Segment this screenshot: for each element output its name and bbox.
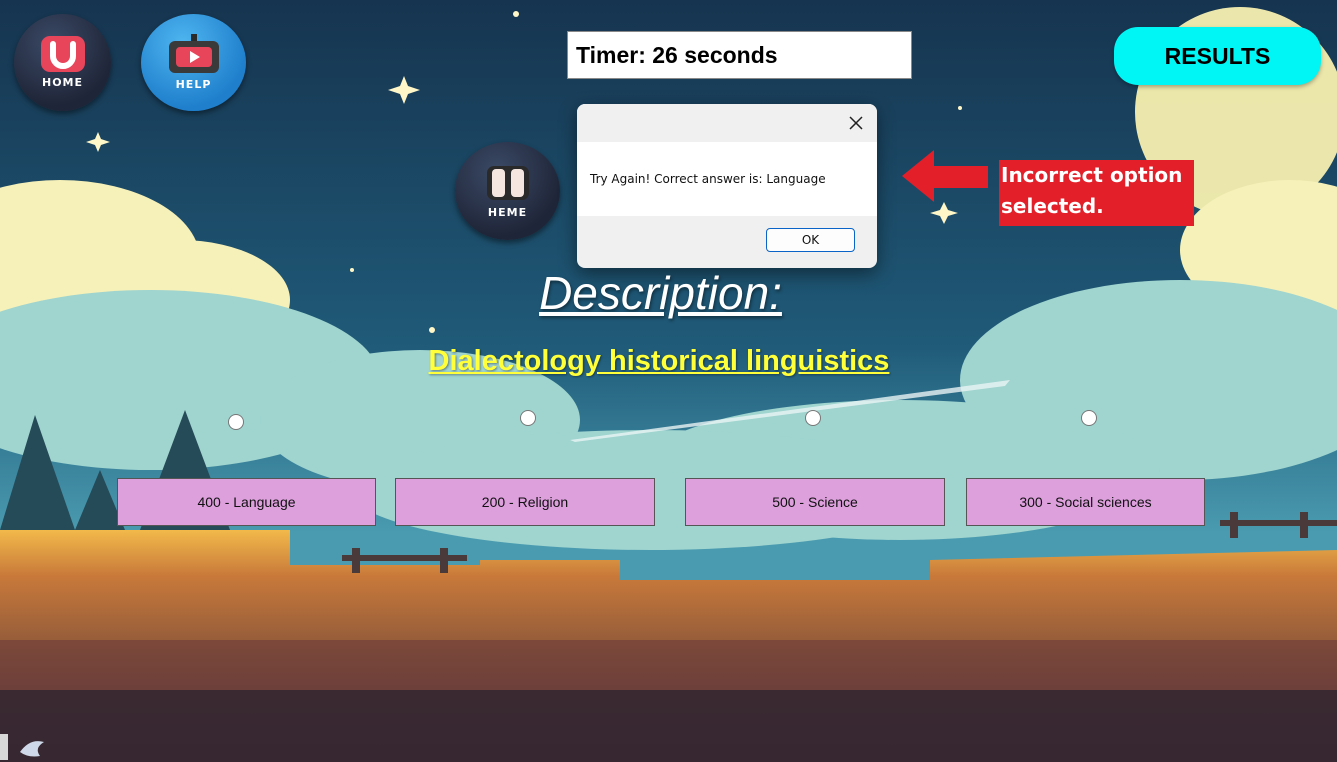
theme-label: HEME bbox=[487, 205, 528, 219]
ok-button[interactable]: OK bbox=[766, 228, 855, 252]
results-button[interactable]: RESULTS bbox=[1114, 27, 1321, 85]
incorrect-option-callout: Incorrect option selected. bbox=[999, 160, 1194, 226]
close-icon[interactable] bbox=[845, 112, 867, 134]
option-button-4[interactable]: 300 - Social sciences bbox=[966, 478, 1205, 526]
dialog-message: Try Again! Correct answer is: Language bbox=[590, 172, 826, 186]
question-text: Dialectology historical linguistics bbox=[428, 345, 890, 377]
option-radio-4[interactable] bbox=[1081, 410, 1097, 426]
option-button-3[interactable]: 500 - Science bbox=[685, 478, 945, 526]
home-label: HOME bbox=[41, 76, 84, 89]
timer-display: Timer: 26 seconds bbox=[567, 31, 912, 79]
theme-button[interactable]: HEME bbox=[455, 142, 560, 240]
home-button[interactable]: HOME bbox=[14, 14, 111, 111]
message-dialog: Try Again! Correct answer is: Language O… bbox=[577, 104, 877, 268]
option-radio-1[interactable] bbox=[228, 414, 244, 430]
description-heading: Description: bbox=[539, 267, 782, 319]
theme-pause-icon bbox=[486, 165, 529, 200]
dialog-titlebar bbox=[577, 104, 877, 142]
help-label: HELP bbox=[175, 78, 212, 91]
option-button-2[interactable]: 200 - Religion bbox=[395, 478, 655, 526]
home-logo-icon bbox=[40, 36, 85, 72]
option-radio-2[interactable] bbox=[520, 410, 536, 426]
option-button-1[interactable]: 400 - Language bbox=[117, 478, 376, 526]
corner-app-icon bbox=[0, 734, 44, 760]
help-tv-icon bbox=[168, 34, 219, 73]
option-radio-3[interactable] bbox=[805, 410, 821, 426]
dialog-body: Try Again! Correct answer is: Language bbox=[577, 142, 877, 216]
help-button[interactable]: HELP bbox=[141, 14, 246, 111]
arrow-left-icon bbox=[902, 150, 988, 202]
